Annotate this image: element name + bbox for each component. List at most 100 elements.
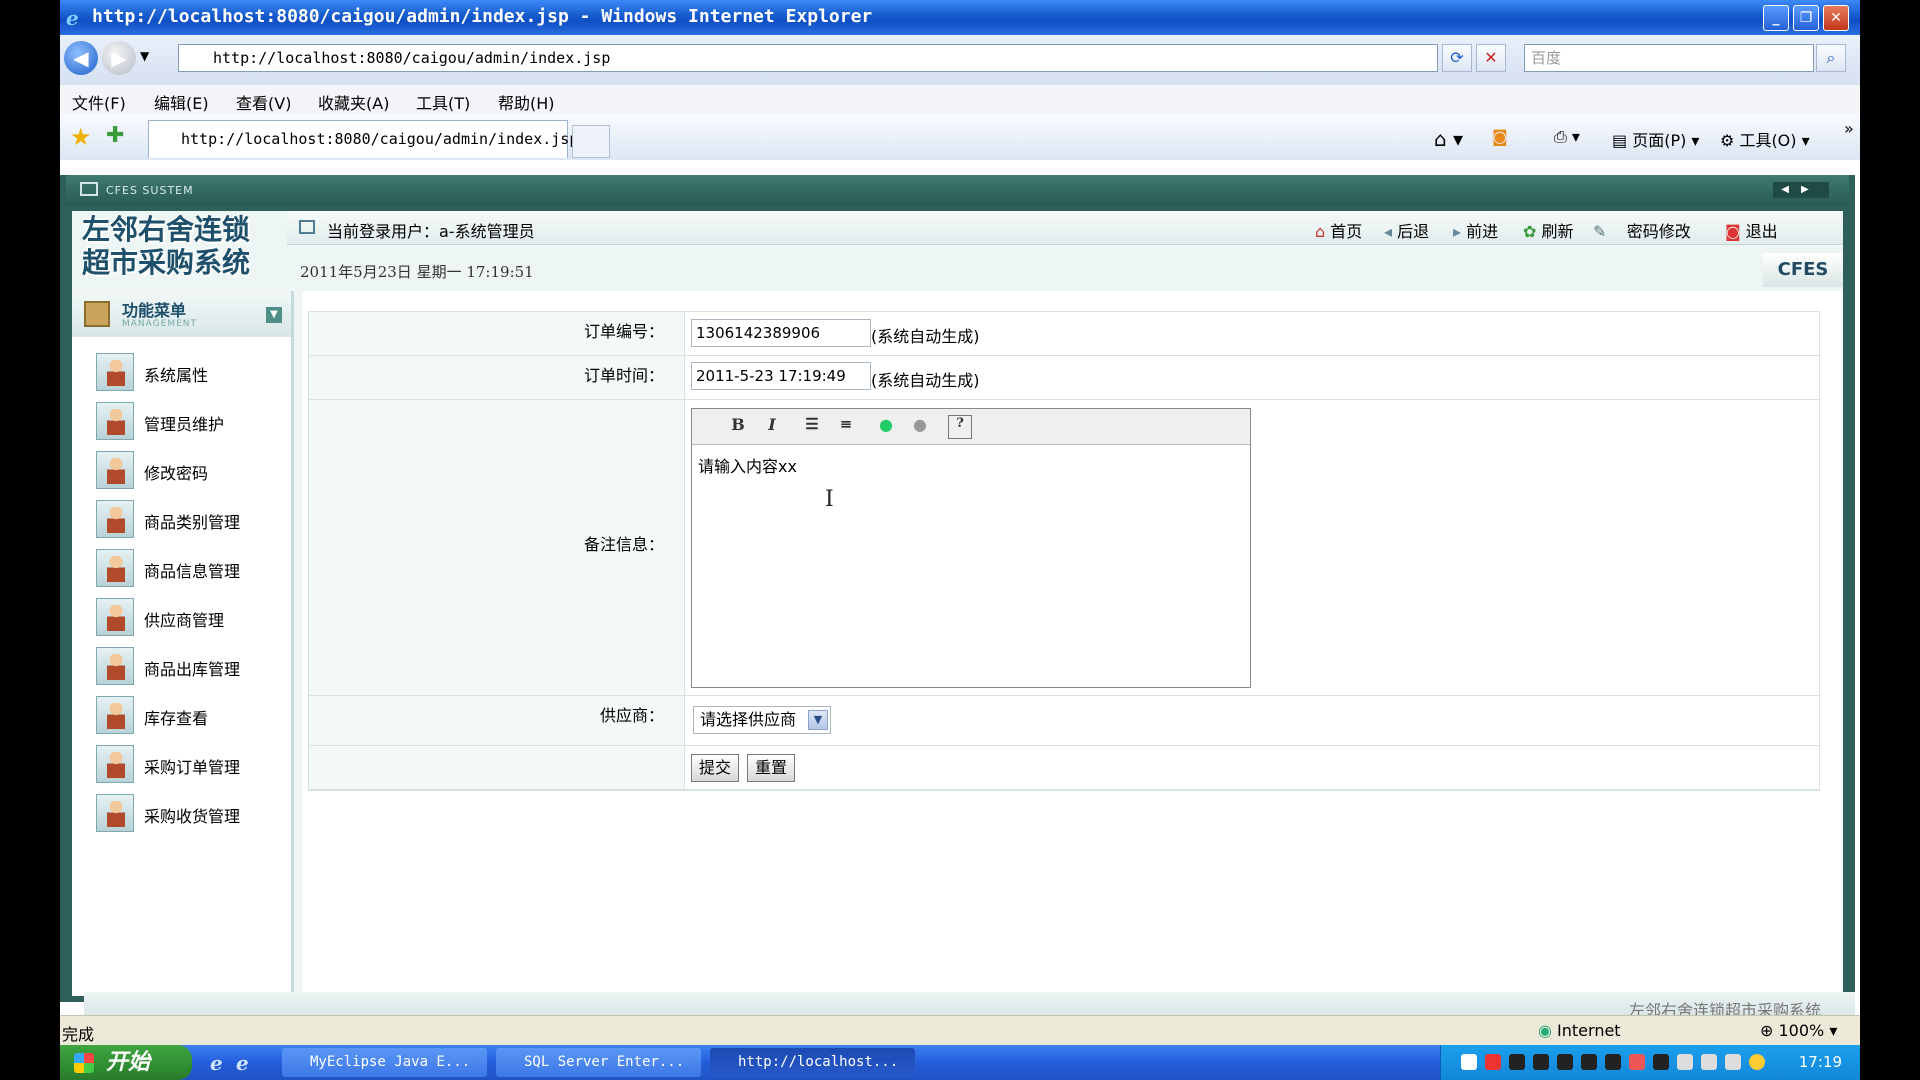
rich-text-editor[interactable]: B I ☰ ≡ ● ● ? 请输入内容xx I bbox=[691, 408, 1251, 688]
chevron-down-icon[interactable]: ▼ bbox=[808, 710, 828, 730]
quicklaunch-ie-icon[interactable]: e bbox=[210, 1051, 223, 1075]
tray-app-icon[interactable] bbox=[1485, 1054, 1501, 1070]
bold-icon[interactable]: B bbox=[726, 415, 750, 439]
security-shield-icon[interactable] bbox=[1749, 1054, 1765, 1070]
sidebar-item-change-password[interactable]: 修改密码 bbox=[96, 451, 286, 491]
nav-back[interactable]: ◂ 后退 bbox=[1384, 218, 1429, 242]
nav-logout[interactable]: ◙ 退出 bbox=[1725, 218, 1778, 242]
qq-icon[interactable] bbox=[1557, 1054, 1573, 1070]
sidebar-item-purchase-orders[interactable]: 采购订单管理 bbox=[96, 745, 286, 785]
refresh-icon[interactable]: ⟳ bbox=[1442, 44, 1472, 72]
start-button[interactable]: 开始 bbox=[60, 1045, 192, 1080]
feeds-icon[interactable]: ◙ bbox=[1492, 127, 1508, 146]
page-menu-label: 页面(P) bbox=[1632, 131, 1687, 150]
collapse-icon[interactable]: ▼ bbox=[266, 307, 282, 323]
order-time-input[interactable]: 2011-5-23 17:19:49 bbox=[691, 362, 871, 390]
ordered-list-icon[interactable]: ☰ bbox=[800, 415, 824, 439]
help-icon[interactable]: ? bbox=[948, 415, 972, 439]
menu-help[interactable]: 帮助(H) bbox=[498, 90, 555, 114]
nav-password[interactable]: ✎ 密码修改 bbox=[1593, 218, 1691, 242]
editor-toolbar: B I ☰ ≡ ● ● ? bbox=[692, 409, 1250, 445]
sidebar-item-admin-maintenance[interactable]: 管理员维护 bbox=[96, 402, 286, 442]
tab-current[interactable]: http://localhost:8080/caigou/admin/index… bbox=[148, 120, 578, 158]
remove-link-icon[interactable]: ● bbox=[908, 415, 932, 439]
user-bar: 当前登录用户：a-系统管理员 ⌂ 首页 ◂ 后退 ▸ 前进 ✿ 刷新 ✎ 密码修… bbox=[287, 211, 1843, 245]
address-input[interactable]: http://localhost:8080/caigou/admin/index… bbox=[178, 44, 1438, 72]
form-row-order-no: 订单编号： 1306142389906 (系统自动生成) bbox=[309, 312, 1819, 356]
sidebar-item-category-management[interactable]: 商品类别管理 bbox=[96, 500, 286, 540]
chevron-more-icon[interactable]: » bbox=[1844, 119, 1854, 138]
search-input[interactable]: 百度 bbox=[1524, 44, 1814, 72]
sidebar-item-label: 系统属性 bbox=[144, 366, 209, 385]
sidebar-item-label: 商品信息管理 bbox=[144, 562, 241, 581]
submit-button[interactable]: 提交 bbox=[691, 754, 740, 782]
home-icon[interactable]: ⌂ ▾ bbox=[1434, 127, 1463, 151]
zoom-control[interactable]: ⊕ 100% ▾ bbox=[1760, 1021, 1837, 1040]
app-header-strip: CFES SUSTEM ◀▶ bbox=[66, 175, 1849, 205]
nav-refresh[interactable]: ✿ 刷新 bbox=[1523, 218, 1574, 242]
user-icon bbox=[96, 745, 134, 783]
menu-tools[interactable]: 工具(T) bbox=[416, 90, 470, 114]
favorites-star-icon[interactable]: ★ bbox=[70, 123, 92, 151]
menu-view[interactable]: 查看(V) bbox=[236, 90, 291, 114]
taskbar-sqlserver[interactable]: SQL Server Enter... bbox=[496, 1048, 701, 1077]
sidebar-item-supplier-management[interactable]: 供应商管理 bbox=[96, 598, 286, 638]
menu-edit[interactable]: 编辑(E) bbox=[154, 90, 209, 114]
form-row-order-time: 订单时间： 2011-5-23 17:19:49 (系统自动生成) bbox=[309, 356, 1819, 400]
back-button[interactable]: ◀ bbox=[64, 41, 98, 75]
sidebar-item-label: 管理员维护 bbox=[144, 415, 225, 434]
menu-favorites[interactable]: 收藏夹(A) bbox=[318, 90, 389, 114]
qq-icon[interactable] bbox=[1605, 1054, 1621, 1070]
sidebar-item-product-management[interactable]: 商品信息管理 bbox=[96, 549, 286, 589]
tools-menu[interactable]: ⚙ 工具(O) ▾ bbox=[1720, 127, 1810, 151]
supplier-select[interactable]: 请选择供应商 ▼ bbox=[693, 706, 831, 734]
network-icon[interactable] bbox=[1677, 1054, 1693, 1070]
content-area: 订单编号： 1306142389906 (系统自动生成) 订单时间： 2011-… bbox=[302, 291, 1843, 996]
history-dropdown-icon[interactable]: ▼ bbox=[140, 49, 149, 63]
sidebar-item-system-properties[interactable]: 系统属性 bbox=[96, 353, 286, 393]
add-favorite-icon[interactable]: ✚ bbox=[106, 123, 124, 148]
keyboard-icon[interactable] bbox=[1461, 1054, 1477, 1070]
order-no-input[interactable]: 1306142389906 bbox=[691, 319, 871, 347]
nav-forward-label: 前进 bbox=[1466, 222, 1499, 241]
display-icon[interactable] bbox=[1701, 1054, 1717, 1070]
search-icon[interactable]: ⌕ bbox=[1816, 44, 1846, 72]
sidebar-item-inventory[interactable]: 库存查看 bbox=[96, 696, 286, 736]
reset-button[interactable]: 重置 bbox=[747, 754, 796, 782]
taskbar-ie[interactable]: http://localhost... bbox=[710, 1048, 915, 1077]
insert-link-icon[interactable]: ● bbox=[874, 415, 898, 439]
quicklaunch-icon[interactable]: e bbox=[236, 1051, 249, 1075]
nav-home[interactable]: ⌂ 首页 bbox=[1315, 218, 1362, 242]
unordered-list-icon[interactable]: ≡ bbox=[834, 415, 858, 439]
input-method-icon[interactable] bbox=[1629, 1054, 1645, 1070]
qq-icon[interactable] bbox=[1653, 1054, 1669, 1070]
actions-label-cell bbox=[309, 746, 685, 789]
menu-file[interactable]: 文件(F) bbox=[72, 90, 126, 114]
italic-icon[interactable]: I bbox=[760, 415, 784, 439]
text-cursor-icon: I bbox=[825, 487, 834, 512]
new-tab-button[interactable] bbox=[572, 125, 610, 158]
nav-forward[interactable]: ▸ 前进 bbox=[1453, 218, 1498, 242]
volume-icon[interactable] bbox=[1725, 1054, 1741, 1070]
forward-button[interactable]: ▶ bbox=[102, 41, 136, 75]
print-icon[interactable]: ⎙ ▾ bbox=[1554, 127, 1580, 147]
stop-icon[interactable]: ✕ bbox=[1476, 44, 1506, 72]
page-menu[interactable]: ▤ 页面(P) ▾ bbox=[1612, 127, 1699, 151]
sidebar-item-outbound-management[interactable]: 商品出库管理 bbox=[96, 647, 286, 687]
order-no-hint: (系统自动生成) bbox=[871, 327, 980, 346]
restore-button[interactable]: ❐ bbox=[1793, 5, 1819, 31]
editor-body[interactable]: 请输入内容xx bbox=[698, 453, 797, 477]
qq-icon[interactable] bbox=[1581, 1054, 1597, 1070]
taskbar-myeclipse[interactable]: MyEclipse Java E... bbox=[282, 1048, 487, 1077]
form-row-actions: 提交 重置 bbox=[309, 746, 1819, 790]
qq-icon[interactable] bbox=[1533, 1054, 1549, 1070]
tools-menu-label: 工具(O) bbox=[1739, 131, 1797, 150]
qq-icon[interactable] bbox=[1509, 1054, 1525, 1070]
nav-back-label: 后退 bbox=[1397, 222, 1430, 241]
minimize-button[interactable]: _ bbox=[1763, 5, 1789, 31]
frame-arrows-icon[interactable]: ◀▶ bbox=[1773, 182, 1829, 198]
close-button[interactable]: ✕ bbox=[1823, 5, 1849, 31]
window-title-bar: e http://localhost:8080/caigou/admin/ind… bbox=[60, 0, 1860, 35]
sidebar-item-receiving[interactable]: 采购收货管理 bbox=[96, 794, 286, 834]
user-icon bbox=[96, 451, 134, 489]
